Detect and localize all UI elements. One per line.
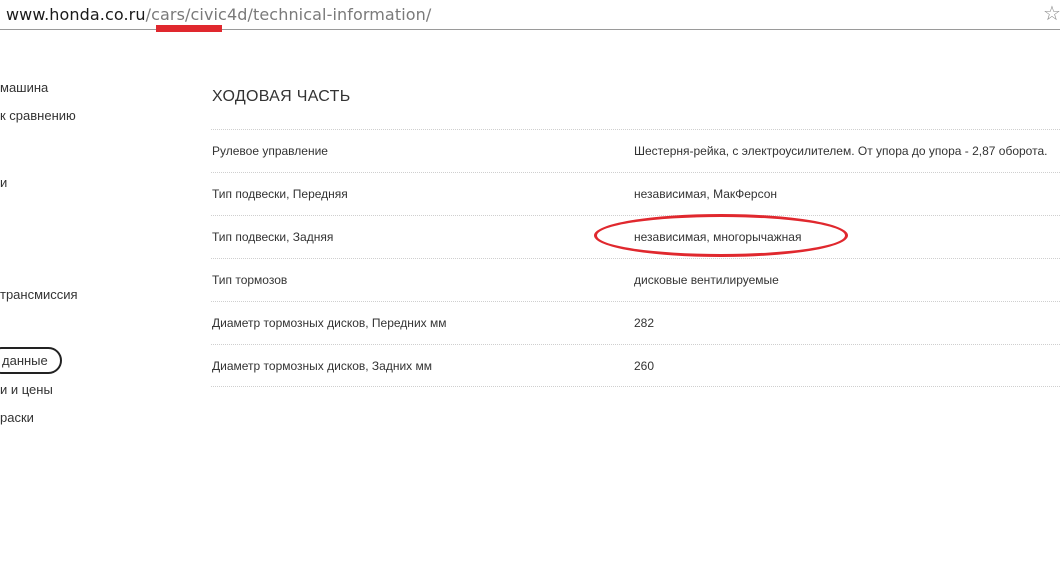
table-row: Рулевое управление Шестерня-рейка, с эле… [211, 129, 1060, 172]
highlight-ellipse [594, 214, 848, 257]
spec-label: Тип подвески, Передняя [212, 187, 348, 201]
spec-value: 282 [634, 316, 655, 330]
sidebar-item-transmission[interactable]: трансмиссия [0, 287, 78, 302]
table-row: Тип тормозов дисковые вентилируемые [211, 258, 1060, 301]
sidebar-item-tech-data[interactable]: данные [0, 347, 62, 374]
url-domain: www.honda.co.ru [6, 5, 146, 24]
sidebar: машина к сравнению и трансмиссия данные … [0, 30, 190, 579]
spec-label: Диаметр тормозных дисков, Задних мм [212, 359, 433, 373]
table-row: Диаметр тормозных дисков, Передних мм 28… [211, 301, 1060, 344]
address-bar[interactable]: www.honda.co.ru/cars/civic4d/technical-i… [0, 0, 1060, 32]
sidebar-item-compare[interactable]: к сравнению [0, 108, 76, 123]
sidebar-item-colors[interactable]: раски [0, 410, 34, 425]
spec-label: Рулевое управление [212, 144, 328, 158]
spec-value: независимая, МакФерсон [634, 187, 778, 201]
spec-label: Тип подвески, Задняя [212, 230, 334, 244]
star-icon[interactable]: ☆ [1043, 3, 1060, 25]
spec-table: Рулевое управление Шестерня-рейка, с эле… [211, 129, 1060, 387]
sidebar-item-car[interactable]: машина [0, 80, 48, 95]
sidebar-item-prices[interactable]: и и цены [0, 382, 53, 397]
section-title: ХОДОВАЯ ЧАСТЬ [212, 88, 351, 105]
table-row: Тип подвески, Передняя независимая, МакФ… [211, 172, 1060, 215]
spec-label: Диаметр тормозных дисков, Передних мм [212, 316, 447, 330]
url-text[interactable]: www.honda.co.ru/cars/civic4d/technical-i… [6, 5, 431, 24]
spec-value: 260 [634, 359, 655, 373]
spec-value: дисковые вентилируемые [634, 273, 779, 287]
spec-value: Шестерня-рейка, с электроусилителем. От … [634, 144, 1048, 158]
sidebar-item-partial[interactable]: и [0, 175, 7, 190]
url-path: /cars/civic4d/technical-information/ [145, 5, 432, 24]
table-row: Диаметр тормозных дисков, Задних мм 260 [211, 344, 1060, 387]
spec-label: Тип тормозов [212, 273, 288, 287]
